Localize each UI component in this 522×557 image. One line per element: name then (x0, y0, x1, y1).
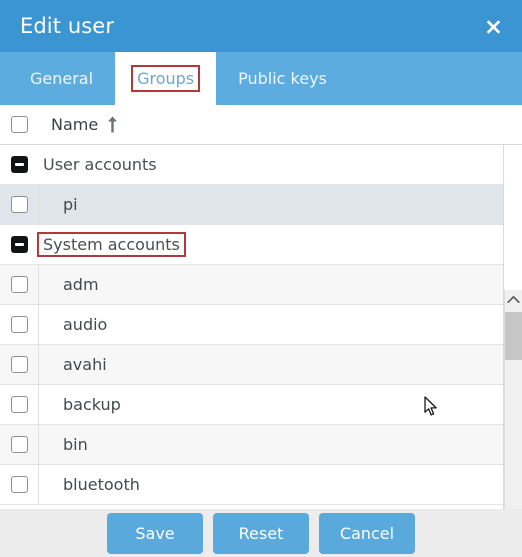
dialog-tabstrip: General Groups Public keys (0, 52, 522, 105)
table-row[interactable]: avahi (0, 344, 503, 385)
groups-list-body: User accounts pi System accounts adm aud… (0, 145, 504, 509)
select-all-checkbox[interactable] (11, 116, 28, 133)
row-checkbox-backup[interactable] (10, 396, 28, 413)
row-checkbox-cell (0, 344, 39, 385)
group-name-cell-user-accounts: User accounts (39, 154, 503, 175)
name-column-header[interactable]: Name (39, 115, 522, 134)
save-button[interactable]: Save (107, 512, 203, 554)
tab-groups-label: Groups (131, 65, 201, 92)
tab-public-keys-label: Public keys (238, 69, 327, 88)
row-label-bluetooth: bluetooth (63, 475, 140, 494)
edit-user-dialog: Edit user General Groups Public keys Nam… (0, 0, 522, 557)
group-toggle-cell-user-accounts (0, 145, 39, 185)
row-checkbox-cell (0, 384, 39, 425)
row-name-cell: bluetooth (39, 475, 503, 494)
tab-public-keys[interactable]: Public keys (216, 52, 349, 105)
tab-general[interactable]: General (8, 52, 115, 105)
group-name-cell-system-accounts: System accounts (37, 232, 503, 257)
dialog-title: Edit user (20, 14, 115, 38)
group-label-system-accounts: System accounts (37, 232, 186, 257)
row-name-cell: avahi (39, 355, 503, 374)
table-row[interactable]: bin (0, 424, 503, 465)
row-checkbox-cell (0, 464, 39, 505)
table-row[interactable]: bluetooth (0, 464, 503, 505)
row-label-backup: backup (63, 395, 121, 414)
row-checkbox-cell (0, 184, 39, 225)
row-name-cell: bin (39, 435, 503, 454)
row-checkbox-adm[interactable] (10, 276, 28, 293)
collapse-minus-icon[interactable] (11, 156, 28, 173)
row-name-cell: audio (39, 315, 503, 334)
arrow-up-icon (107, 116, 118, 133)
table-row[interactable]: adm (0, 264, 503, 305)
chevron-up-icon[interactable] (505, 290, 522, 308)
dialog-footer: Save Reset Cancel (0, 509, 522, 557)
table-header-row: Name (0, 105, 522, 145)
row-label-audio: audio (63, 315, 108, 334)
collapse-minus-icon[interactable] (11, 236, 28, 253)
group-label-user-accounts: User accounts (43, 155, 157, 174)
name-column-label: Name (51, 115, 99, 134)
row-label-pi: pi (63, 195, 78, 214)
row-label-bin: bin (63, 435, 88, 454)
tab-groups[interactable]: Groups (115, 52, 217, 105)
row-checkbox-cell (0, 304, 39, 345)
row-name-cell: pi (39, 195, 503, 214)
row-checkbox-cell (0, 264, 39, 305)
list-scrollbar[interactable] (504, 290, 522, 509)
row-checkbox-pi[interactable] (10, 196, 28, 213)
row-checkbox-audio[interactable] (10, 316, 28, 333)
row-checkbox-bluetooth[interactable] (10, 476, 28, 493)
row-name-cell: backup (39, 395, 503, 414)
table-row[interactable]: backup (0, 384, 503, 425)
tab-general-label: General (30, 69, 94, 88)
select-all-cell (0, 105, 39, 144)
table-row[interactable]: audio (0, 304, 503, 345)
group-toggle-cell-system-accounts (0, 225, 39, 265)
close-icon[interactable] (480, 13, 506, 39)
row-label-avahi: avahi (63, 355, 107, 374)
row-checkbox-bin[interactable] (10, 436, 28, 453)
dialog-titlebar: Edit user (0, 0, 522, 52)
cancel-button[interactable]: Cancel (319, 512, 415, 554)
row-name-cell: adm (39, 275, 503, 294)
group-row-system-accounts[interactable]: System accounts (0, 225, 503, 265)
row-checkbox-cell (0, 424, 39, 465)
groups-list-viewport: User accounts pi System accounts adm aud… (0, 145, 522, 509)
row-checkbox-avahi[interactable] (10, 356, 28, 373)
table-row[interactable]: pi (0, 184, 503, 225)
scrollbar-thumb[interactable] (505, 312, 522, 360)
reset-button[interactable]: Reset (213, 512, 309, 554)
row-label-adm: adm (63, 275, 99, 294)
group-row-user-accounts[interactable]: User accounts (0, 145, 503, 185)
